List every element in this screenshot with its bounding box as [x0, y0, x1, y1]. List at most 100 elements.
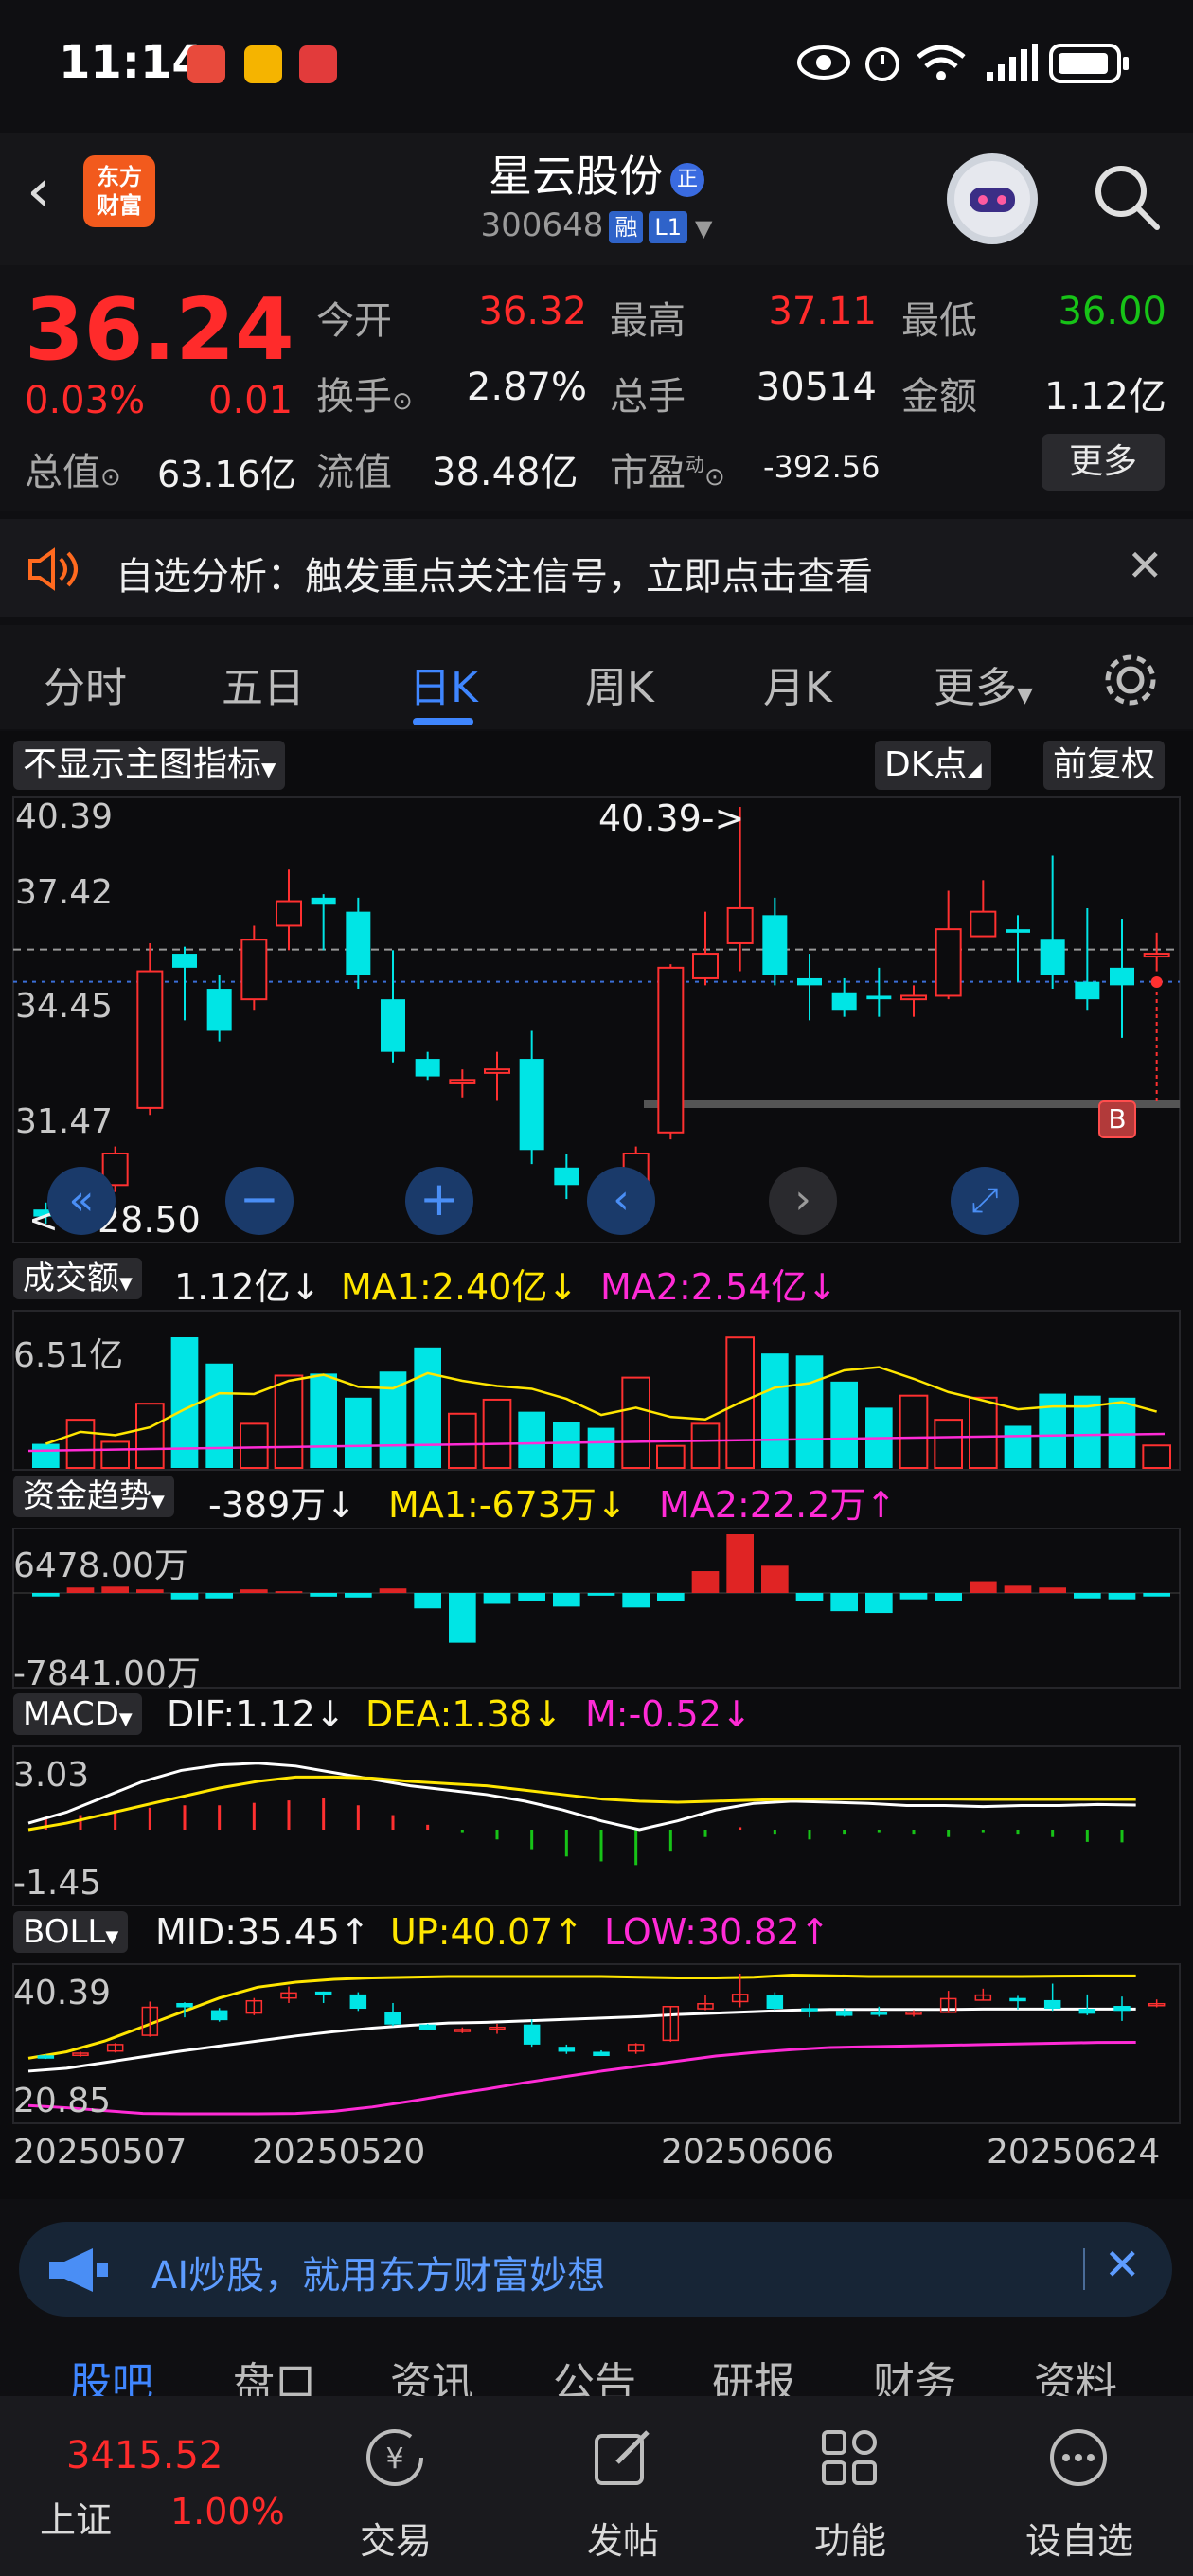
fund-indicator-select[interactable]: 资金趋势▼	[13, 1476, 174, 1517]
turnover-label: 换手⊙	[316, 375, 413, 419]
more-dots-icon	[1050, 2429, 1107, 2486]
tab-announcement[interactable]: 公告	[553, 2349, 636, 2396]
nav-trade[interactable]: ¥ 交易	[301, 2396, 490, 2576]
nav-function[interactable]: 功能	[756, 2396, 945, 2576]
boll-mid-line	[27, 2007, 1136, 2073]
tab-pankou[interactable]: 盘口	[233, 2349, 316, 2396]
volume-bar	[553, 1422, 580, 1468]
tab-weekly-k[interactable]: 周K	[585, 653, 654, 714]
zoom-out-button[interactable]: −	[225, 1167, 294, 1235]
stock-code: 300648	[480, 206, 604, 244]
assistant-avatar[interactable]	[947, 153, 1038, 244]
candle-body	[1006, 929, 1030, 933]
candle-body	[1143, 953, 1170, 958]
tab-guba[interactable]: 股吧	[70, 2349, 153, 2396]
svg-text:¥: ¥	[385, 2442, 403, 2476]
tab-monthly-k[interactable]: 月K	[763, 653, 832, 714]
nav-post[interactable]: 发帖	[528, 2396, 718, 2576]
fund-bar	[345, 1593, 372, 1598]
boll-y-bottom: 20.85	[13, 2082, 112, 2120]
boll-candle-body	[314, 1991, 332, 1995]
quote-panel: 36.24 0.03% 0.01 今开 36.32 最高 37.11 最低 36…	[0, 265, 1193, 511]
kline-chart-area[interactable]: 不显示主图指标▼ DK点◢ 前复权 40.39 37.42 34.45 31.4…	[0, 731, 1193, 2199]
tab-five-day[interactable]: 五日	[222, 653, 305, 714]
volume-bar	[32, 1443, 60, 1468]
ai-banner[interactable]: AI炒股，就用东方财富妙想 ✕	[19, 2222, 1172, 2317]
volume-bar	[587, 1427, 615, 1468]
scroll-left-button[interactable]: ‹	[587, 1167, 655, 1235]
notice-bar[interactable]: 自选分析：触发重点关注信号，立即点击查看 ✕	[0, 519, 1193, 617]
index-ticker[interactable]: 3415.52 上证 1.00%	[0, 2396, 285, 2576]
nav-watchlist[interactable]: 设自选	[985, 2396, 1174, 2576]
candle-body	[311, 897, 336, 905]
fund-y-bottom: -7841.00万	[13, 1655, 201, 1693]
candle-body	[970, 910, 997, 938]
alarm-icon	[865, 47, 899, 81]
tab-profile[interactable]: 资料	[1034, 2349, 1117, 2396]
boll-candle-body	[210, 2010, 228, 2021]
candle-body	[900, 994, 927, 1001]
candle-body	[554, 1167, 579, 1186]
stock-header: ‹ 东方 财富 星云股份正 300648 融 L1 ▼	[0, 133, 1193, 265]
candle-body	[1110, 967, 1134, 986]
high-value: 37.11	[768, 290, 877, 333]
fund-bar	[830, 1593, 858, 1612]
volume-bar	[1108, 1397, 1136, 1468]
scroll-start-button[interactable]: «	[47, 1167, 116, 1235]
tab-underline	[413, 718, 473, 725]
float-label: 流值	[316, 451, 392, 494]
megaphone-icon	[49, 2248, 108, 2292]
fund-bar	[899, 1593, 928, 1600]
tab-more[interactable]: 更多▼	[934, 653, 1033, 714]
candle-body	[831, 992, 857, 1011]
pe-value: -392.56	[763, 449, 881, 485]
index-value: 3415.52	[66, 2434, 223, 2478]
volume-bar	[135, 1403, 165, 1469]
volume-value: 30514	[756, 366, 877, 409]
candle-body	[136, 970, 164, 1109]
boll-y-top: 40.39	[13, 1974, 112, 2012]
tab-research[interactable]: 研报	[712, 2349, 795, 2396]
low-value: 36.00	[1058, 290, 1166, 333]
more-button[interactable]: 更多	[1042, 434, 1165, 491]
volume-indicator-select[interactable]: 成交额▼	[13, 1258, 142, 1299]
volume-bar	[934, 1419, 963, 1470]
volume-bar	[379, 1371, 407, 1468]
tab-finance[interactable]: 财务	[873, 2349, 956, 2396]
gear-icon[interactable]	[1100, 650, 1161, 710]
boll-candle-body	[1113, 2006, 1131, 2012]
buy-marker[interactable]: B	[1098, 1100, 1136, 1138]
fund-bar	[795, 1593, 824, 1601]
candle-body	[935, 928, 962, 997]
x-date-2: 20250520	[252, 2133, 426, 2172]
boll-mid: MID:35.45↑	[155, 1911, 370, 1953]
candle-body	[276, 900, 302, 927]
fund-ma2: MA2:22.2万↑	[659, 1484, 897, 1526]
fund-bar	[1074, 1593, 1101, 1599]
pe-label: 市盈动⊙	[610, 451, 725, 494]
name-badge: 正	[670, 162, 704, 197]
fullscreen-icon[interactable]: ⤢	[951, 1167, 1019, 1235]
amount-label: 金额	[901, 375, 977, 419]
close-icon[interactable]: ✕	[1104, 2239, 1141, 2290]
kline-svg	[12, 796, 1181, 2124]
volume-bar	[690, 1422, 721, 1470]
mktcap-value: 63.16亿	[157, 454, 296, 495]
change-percent: 0.03%	[25, 379, 146, 422]
zoom-in-button[interactable]: +	[405, 1167, 473, 1235]
tab-news[interactable]: 资讯	[390, 2349, 473, 2396]
volume-value: 1.12亿↓	[174, 1266, 321, 1308]
close-icon[interactable]: ✕	[1127, 540, 1164, 591]
low-label: 最低	[901, 299, 977, 343]
volume-bar	[414, 1347, 441, 1468]
tab-daily-k[interactable]: 日K	[409, 653, 478, 714]
scroll-right-button[interactable]: ›	[769, 1167, 837, 1235]
search-icon[interactable]	[1089, 159, 1165, 235]
x-date-4: 20250624	[987, 2133, 1161, 2172]
macd-indicator-select[interactable]: MACD▼	[13, 1693, 142, 1735]
boll-indicator-select[interactable]: BOLL▼	[13, 1911, 129, 1953]
fund-bar	[1108, 1593, 1136, 1600]
tab-intraday[interactable]: 分时	[44, 653, 127, 714]
fund-bar	[657, 1593, 685, 1601]
candle-body	[866, 995, 892, 1000]
